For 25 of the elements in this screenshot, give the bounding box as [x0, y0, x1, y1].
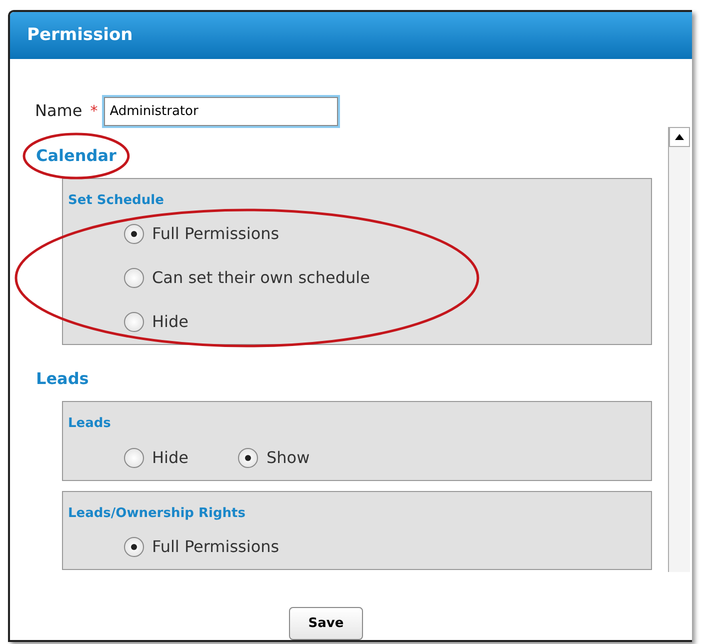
group-title: Leads [68, 415, 111, 433]
scrollbar[interactable] [668, 126, 690, 572]
required-mark: * [90, 101, 98, 122]
up-arrow-icon [675, 134, 684, 140]
radio-button[interactable] [124, 268, 144, 288]
radio-option[interactable]: Can set their own schedule [124, 266, 370, 290]
dialog-title: Permission [10, 12, 692, 59]
radio-button[interactable] [124, 312, 144, 332]
group-title: Leads/Ownership Rights [68, 504, 246, 522]
radio-button[interactable] [124, 537, 144, 557]
section-heading: Leads [36, 368, 89, 390]
radio-button[interactable] [124, 224, 144, 244]
name-field[interactable]: Administrator [102, 94, 340, 128]
radio-option[interactable]: Hide [124, 310, 370, 334]
radio-button[interactable] [124, 448, 144, 468]
radio-option[interactable]: Hide [124, 446, 188, 470]
section-heading: Calendar [36, 144, 116, 166]
group-title: Set Schedule [68, 192, 164, 210]
scroll-up-button[interactable] [669, 126, 690, 146]
radio-option[interactable]: Show [238, 446, 310, 470]
name-label: Name [35, 100, 82, 122]
save-button[interactable]: Save [289, 606, 363, 640]
radio-option[interactable]: Full Permissions [124, 222, 370, 246]
radio-button[interactable] [238, 448, 258, 468]
radio-option[interactable]: Full Permissions [124, 535, 280, 559]
